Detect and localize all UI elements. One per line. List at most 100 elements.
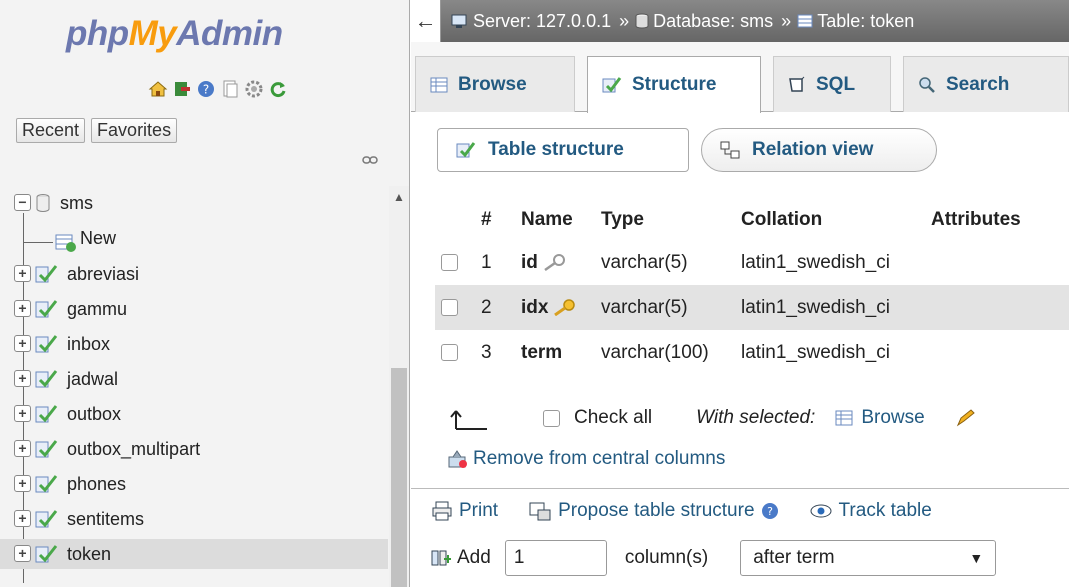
table-icon	[35, 299, 59, 319]
primary-key-icon	[554, 299, 576, 317]
phpmyadmin-logo[interactable]: phpMyAdmin	[66, 14, 283, 54]
exit-icon[interactable]	[172, 79, 192, 99]
tab-search-label[interactable]: Search	[946, 74, 1009, 96]
tree-item-abreviasi[interactable]: + abreviasi	[0, 259, 388, 289]
add-count-input[interactable]: 1	[504, 540, 607, 576]
table-label[interactable]: phones	[67, 474, 126, 495]
table-icon	[35, 404, 59, 424]
table-label[interactable]: gammu	[67, 299, 127, 320]
table-label[interactable]: jadwal	[67, 369, 118, 390]
help-icon[interactable]: ?	[196, 79, 216, 99]
bulk-browse-button[interactable]: Browse	[835, 407, 925, 429]
nav-scrollbar[interactable]: ▲	[389, 186, 409, 587]
propose-structure-button[interactable]: Propose table structure ?	[528, 500, 778, 522]
table-label[interactable]: outbox	[67, 404, 121, 425]
track-table-label[interactable]: Track table	[839, 500, 932, 522]
tree-item-inbox[interactable]: + inbox	[0, 329, 388, 359]
expand-icon[interactable]: +	[14, 405, 31, 422]
link-icon[interactable]	[362, 152, 378, 170]
tab-structure-label[interactable]: Structure	[632, 74, 716, 96]
check-all-label[interactable]: Check all	[574, 407, 652, 429]
relation-view-label[interactable]: Relation view	[752, 139, 873, 161]
docs-icon[interactable]	[220, 79, 240, 99]
header-collation[interactable]: Collation	[735, 200, 925, 240]
back-arrow-icon[interactable]: ←	[411, 0, 441, 42]
expand-icon[interactable]: +	[14, 545, 31, 562]
breadcrumb-server-label[interactable]: Server: 127.0.0.1	[473, 11, 611, 32]
pencil-icon[interactable]	[955, 408, 977, 428]
header-name[interactable]: Name	[515, 200, 595, 240]
row-type: varchar(100)	[601, 341, 709, 363]
collapse-icon[interactable]: −	[14, 194, 31, 211]
tab-browse[interactable]: Browse	[415, 56, 575, 112]
table-label[interactable]: token	[67, 544, 111, 565]
expand-icon[interactable]: +	[14, 475, 31, 492]
table-label[interactable]: sentitems	[67, 509, 144, 530]
tab-search[interactable]: Search	[903, 56, 1069, 112]
tree-item-outbox[interactable]: + outbox	[0, 399, 388, 429]
header-num: #	[481, 209, 492, 230]
table-row: 2 idx varchar(5) latin1_swedish_ci	[435, 285, 1069, 330]
structure-subtabs: Table structure Relation view	[437, 128, 937, 172]
tab-structure[interactable]: Structure	[587, 56, 761, 113]
database-label[interactable]: sms	[60, 193, 93, 214]
new-label[interactable]: New	[80, 228, 116, 249]
row-name-cell: idx	[515, 285, 595, 330]
expand-icon[interactable]: +	[14, 510, 31, 527]
tree-item-new[interactable]: New	[0, 228, 388, 258]
phpmyadmin-window: phpMyAdmin ? Recent Favorites − sms New …	[0, 0, 1069, 587]
tree-item-sentitems[interactable]: + sentitems	[0, 504, 388, 534]
database-icon	[35, 193, 59, 213]
breadcrumb-database-label[interactable]: Database: sms	[653, 11, 773, 32]
settings-icon[interactable]	[244, 79, 264, 99]
expand-icon[interactable]: +	[14, 335, 31, 352]
breadcrumb-table-label[interactable]: Table: token	[817, 11, 914, 32]
row-checkbox[interactable]	[441, 343, 458, 361]
scroll-thumb[interactable]	[391, 368, 407, 587]
tab-sql[interactable]: SQL	[773, 56, 891, 112]
breadcrumb-server[interactable]: Server: 127.0.0.1 »	[451, 11, 629, 32]
remove-central-columns-button[interactable]: Remove from central columns	[447, 448, 725, 470]
tree-item-phones[interactable]: + phones	[0, 469, 388, 499]
expand-icon[interactable]: +	[14, 300, 31, 317]
row-checkbox[interactable]	[441, 253, 458, 271]
svg-text:?: ?	[203, 83, 209, 97]
header-attributes[interactable]: Attributes	[925, 200, 1069, 240]
breadcrumb-database[interactable]: Database: sms »	[635, 11, 791, 32]
header-type[interactable]: Type	[595, 200, 735, 240]
table-label[interactable]: inbox	[67, 334, 110, 355]
tree-item-database[interactable]: − sms	[0, 188, 388, 218]
print-label[interactable]: Print	[459, 500, 498, 522]
track-table-button[interactable]: Track table	[809, 500, 932, 522]
expand-icon[interactable]: +	[14, 265, 31, 282]
table-structure-label[interactable]: Table structure	[488, 139, 624, 161]
bulk-browse-label[interactable]: Browse	[861, 407, 924, 429]
breadcrumb-table[interactable]: Table: token	[797, 11, 914, 32]
print-button[interactable]: Print	[431, 500, 498, 522]
row-checkbox[interactable]	[441, 298, 458, 316]
expand-icon[interactable]: +	[14, 370, 31, 387]
tree-item-jadwal[interactable]: + jadwal	[0, 364, 388, 394]
table-label[interactable]: outbox_multipart	[67, 439, 200, 460]
column-position-select[interactable]: after term ▼	[740, 540, 997, 576]
tab-sql-label[interactable]: SQL	[816, 74, 855, 96]
tab-browse-label[interactable]: Browse	[458, 74, 527, 96]
check-all-checkbox[interactable]	[543, 409, 560, 427]
recent-tab[interactable]: Recent	[16, 118, 86, 143]
table-label[interactable]: abreviasi	[67, 264, 139, 285]
propose-structure-label[interactable]: Propose table structure	[558, 500, 754, 522]
relation-view-button[interactable]: Relation view	[701, 128, 937, 172]
expand-icon[interactable]: +	[14, 440, 31, 457]
scroll-up-icon[interactable]: ▲	[393, 190, 405, 204]
eye-icon	[810, 504, 832, 518]
tree-item-token[interactable]: + token	[0, 539, 388, 569]
reload-icon[interactable]	[268, 79, 288, 99]
help-icon[interactable]: ?	[761, 502, 779, 520]
remove-central-label[interactable]: Remove from central columns	[473, 448, 725, 470]
table-structure-button[interactable]: Table structure	[437, 128, 689, 172]
favorites-tab[interactable]: Favorites	[91, 118, 178, 143]
tree-item-gammu[interactable]: + gammu	[0, 294, 388, 324]
new-table-icon	[55, 234, 79, 254]
tree-item-outbox_multipart[interactable]: + outbox_multipart	[0, 434, 388, 464]
home-icon[interactable]	[148, 79, 168, 99]
